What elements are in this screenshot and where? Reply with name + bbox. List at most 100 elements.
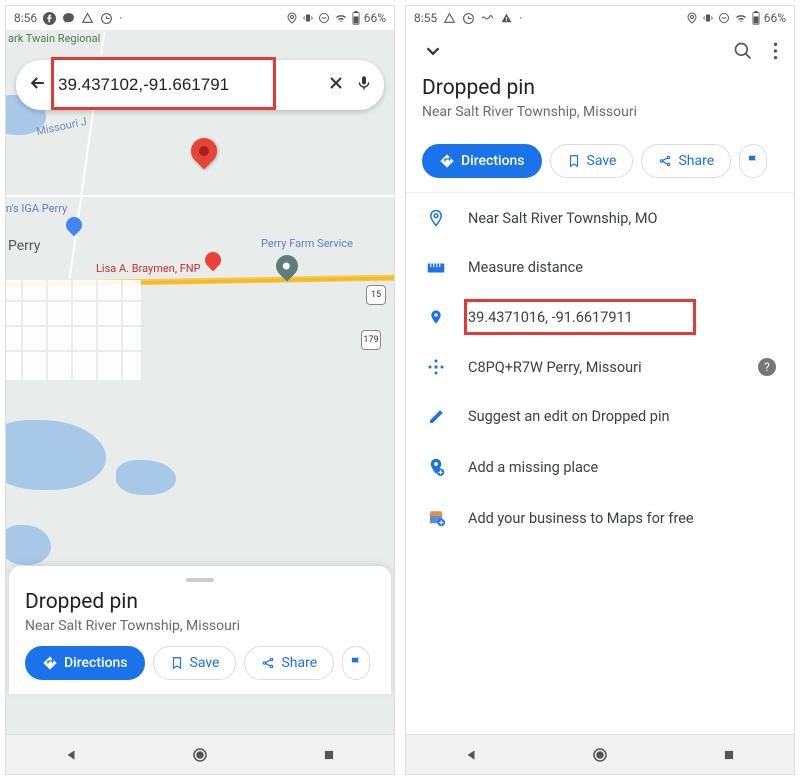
bookmark-icon	[567, 154, 581, 168]
wave-icon	[481, 13, 494, 23]
vibrate-icon	[702, 12, 714, 24]
town-label: Perry	[8, 238, 40, 254]
battery-icon	[352, 11, 360, 25]
route-shield-15: 15	[366, 285, 386, 305]
row-business-text: Add your business to Maps for free	[468, 510, 694, 527]
dnd-icon	[718, 12, 730, 24]
poi-lisa[interactable]: Lisa A. Braymen, FNP	[96, 262, 201, 275]
save-label: Save	[190, 655, 220, 671]
pin-add-icon	[426, 457, 446, 477]
directions-button[interactable]: Directions	[25, 646, 145, 680]
dnd-icon	[318, 12, 330, 24]
action-row: Directions Save Share	[406, 144, 794, 192]
save-label: Save	[587, 153, 617, 169]
flag-icon	[349, 656, 363, 670]
share-button[interactable]: Share	[244, 646, 334, 680]
search-bar	[16, 60, 384, 110]
mic-icon[interactable]	[356, 73, 372, 97]
flag-button[interactable]	[342, 646, 370, 680]
card-subtitle: Near Salt River Township, Missouri	[25, 618, 375, 634]
pin-outline-icon	[426, 209, 446, 227]
row-coords[interactable]: 39.4371016, -91.6617911	[406, 292, 794, 342]
back-nav-button[interactable]	[462, 746, 480, 764]
row-missing[interactable]: Add a missing place	[406, 441, 794, 493]
share-icon	[658, 154, 672, 168]
flag-icon	[746, 154, 760, 168]
dot-icon: ·	[119, 11, 122, 25]
card-title: Dropped pin	[25, 590, 375, 614]
directions-label: Directions	[64, 655, 128, 671]
android-navbar	[6, 734, 394, 774]
help-icon[interactable]: ?	[758, 358, 776, 376]
dot-icon: ·	[519, 11, 522, 25]
row-measure[interactable]: Measure distance	[406, 243, 794, 292]
google-icon	[462, 12, 475, 25]
recents-nav-button[interactable]	[720, 746, 738, 764]
pencil-icon	[426, 409, 446, 425]
row-near[interactable]: Near Salt River Township, MO	[406, 193, 794, 243]
directions-icon	[42, 655, 58, 671]
route-shield-179: 179	[361, 330, 381, 350]
drag-handle[interactable]	[186, 578, 214, 582]
poi-farm[interactable]: Perry Farm Service	[261, 237, 353, 250]
home-nav-button[interactable]	[191, 746, 209, 764]
row-missing-text: Add a missing place	[468, 459, 598, 476]
home-nav-button[interactable]	[591, 746, 609, 764]
save-button[interactable]: Save	[550, 144, 634, 178]
collapse-icon[interactable]	[422, 40, 444, 66]
share-icon	[261, 656, 275, 670]
recents-nav-button[interactable]	[320, 746, 338, 764]
poi-iga-label: n's IGA Perry	[6, 202, 67, 215]
clock-text: 8:55	[414, 11, 437, 25]
phone-right: 8:55 · 66% Dropped pin Near Salt River T…	[405, 5, 795, 775]
clear-icon[interactable]	[326, 73, 346, 97]
google-icon	[100, 12, 113, 25]
highlight-box-coords	[464, 299, 696, 335]
park-label: ark Twain Regional	[8, 32, 100, 45]
share-label: Share	[678, 153, 714, 169]
detail-title: Dropped pin	[422, 76, 778, 100]
detail-subtitle: Near Salt River Township, Missouri	[422, 104, 778, 120]
poi-iga[interactable]: n's IGA Perry	[6, 202, 82, 236]
search-input[interactable]	[58, 75, 316, 95]
back-nav-button[interactable]	[62, 746, 80, 764]
row-pluscode[interactable]: C8PQ+R7W Perry, Missouri ?	[406, 342, 794, 392]
row-suggest[interactable]: Suggest an edit on Dropped pin	[406, 392, 794, 441]
more-icon[interactable]	[773, 41, 778, 65]
detail-header	[406, 30, 794, 72]
location-icon	[686, 12, 698, 24]
directions-button[interactable]: Directions	[422, 144, 542, 178]
back-icon[interactable]	[28, 73, 48, 97]
poi-lisa-label: Lisa A. Braymen, FNP	[96, 262, 201, 275]
bottom-sheet[interactable]: Dropped pin Near Salt River Township, Mi…	[9, 566, 391, 694]
flag-button[interactable]	[739, 144, 767, 178]
directions-icon	[439, 153, 455, 169]
detail-list[interactable]: Near Salt River Township, MO Measure dis…	[406, 192, 794, 734]
phone-left: 8:56 · 66%	[5, 5, 395, 775]
battery-icon	[752, 11, 760, 25]
clock-text: 8:56	[14, 11, 37, 25]
share-button[interactable]: Share	[641, 144, 731, 178]
map-canvas[interactable]: 15 179 ark Twain Regional Missouri J Per…	[6, 30, 394, 734]
ruler-icon	[426, 262, 446, 274]
bookmark-icon	[170, 656, 184, 670]
messenger-icon	[62, 12, 75, 25]
triangle-icon	[81, 12, 94, 25]
search-icon[interactable]	[733, 41, 753, 65]
row-near-text: Near Salt River Township, MO	[468, 210, 657, 227]
save-button[interactable]: Save	[153, 646, 237, 680]
warning-icon	[500, 12, 513, 25]
wifi-icon	[734, 12, 748, 24]
status-bar: 8:55 · 66%	[406, 6, 794, 30]
battery-text: 66%	[764, 11, 786, 25]
android-navbar	[406, 734, 794, 774]
battery-text: 66%	[364, 11, 386, 25]
pluscode-icon	[426, 358, 446, 376]
row-business[interactable]: Add your business to Maps for free	[406, 493, 794, 543]
facebook-icon	[43, 12, 56, 25]
detail-title-block: Dropped pin Near Salt River Township, Mi…	[406, 72, 794, 144]
poi-farm-label: Perry Farm Service	[261, 237, 353, 250]
store-icon	[426, 509, 446, 527]
status-bar: 8:56 · 66%	[6, 6, 394, 30]
row-suggest-text: Suggest an edit on Dropped pin	[468, 408, 669, 425]
